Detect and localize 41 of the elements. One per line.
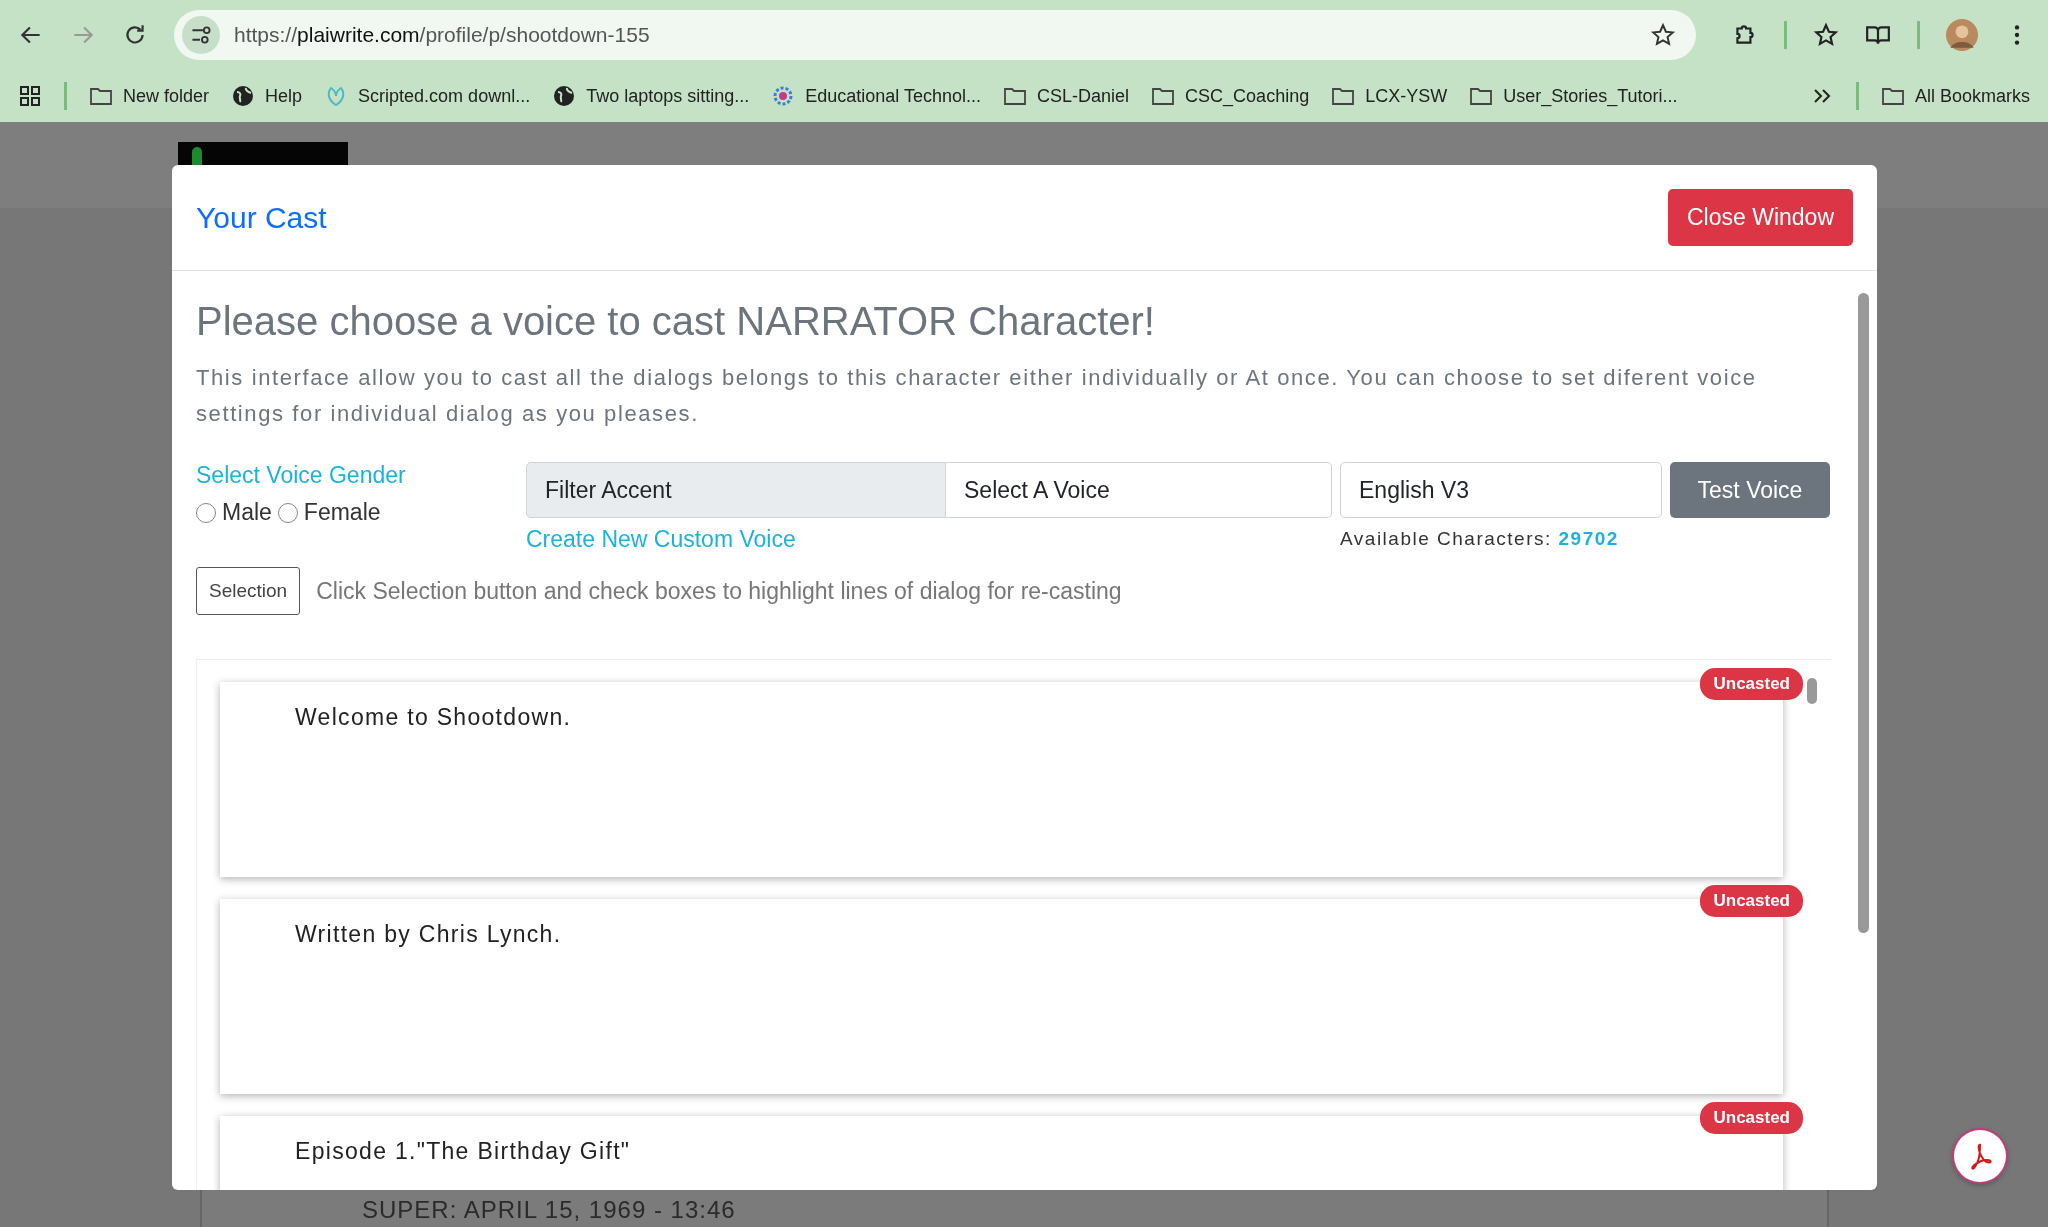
- dialog-title: Your Cast: [196, 200, 327, 235]
- gender-radio[interactable]: Female: [277, 499, 381, 526]
- address-bar[interactable]: https://plaiwrite.com/profile/p/shootdown-155: [174, 10, 1696, 60]
- avatar-icon[interactable]: [1946, 19, 1978, 51]
- gender-radio[interactable]: Male: [196, 499, 272, 526]
- dialog-text: Welcome to Shootdown.: [295, 704, 572, 730]
- accent-filter-field[interactable]: Filter Accent: [526, 462, 946, 518]
- dialog-text: Written by Chris Lynch.: [295, 921, 562, 947]
- site-settings-icon[interactable]: [182, 16, 220, 54]
- dialog-text: Episode 1."The Birthday Gift": [295, 1138, 631, 1164]
- bookmark[interactable]: All Bookmarks: [1880, 84, 2030, 108]
- bookmark[interactable]: Scripted.com downl...: [324, 84, 531, 108]
- model-field[interactable]: English V3: [1340, 462, 1662, 518]
- globe-icon: [552, 84, 577, 108]
- test-voice-button[interactable]: Test Voice: [1670, 462, 1830, 518]
- bookmark[interactable]: Two laptops sitting...: [552, 84, 750, 108]
- selection-button[interactable]: Selection: [196, 567, 301, 615]
- bookmark[interactable]: CSC_Coaching: [1151, 84, 1310, 108]
- selection-hint: Click Selection button and check boxes to highlight lines of dialog for re-casting: [316, 577, 1122, 605]
- star-icon[interactable]: [1650, 22, 1676, 48]
- status-badge: Uncasted: [1700, 1102, 1803, 1134]
- status-badge: Uncasted: [1700, 668, 1803, 700]
- script-line: SUPER: APRIL 15, 1969 - 13:46: [362, 1196, 736, 1224]
- globe-icon: [231, 84, 256, 108]
- gender-label: Select Voice Gender: [196, 462, 407, 489]
- page-heading: Please choose a voice to cast NARRATOR Character!: [196, 299, 1156, 344]
- bookmark[interactable]: User_Stories_Tutori...: [1469, 84, 1678, 108]
- voice-select[interactable]: Select A Voice: [946, 462, 1332, 518]
- url-text: https://plaiwrite.com/profile/p/shootdown-155: [234, 23, 651, 47]
- bookmark[interactable]: LCX-YSW: [1331, 84, 1448, 108]
- bookmark[interactable]: CSL-Daniel: [1003, 84, 1130, 108]
- bookmark-star-icon[interactable]: [1813, 22, 1839, 48]
- bookmark[interactable]: Help: [231, 84, 303, 108]
- description-text: This interface allow you to cast all the dialogs belongs to this character either individually or At once. You can choose to set diferent voice settings for individual dialog as you pleases.: [196, 364, 1758, 428]
- available-characters-text: Available Characters: 29702: [1340, 528, 1620, 550]
- close-window-button[interactable]: Close Window: [1668, 189, 1853, 246]
- bookmark[interactable]: New folder: [89, 84, 210, 108]
- apps-grid-icon[interactable]: [18, 84, 42, 108]
- status-badge: Uncasted: [1700, 885, 1803, 917]
- bookmark[interactable]: Educational Technol...: [771, 84, 982, 108]
- pdf-button[interactable]: [1954, 1130, 2006, 1182]
